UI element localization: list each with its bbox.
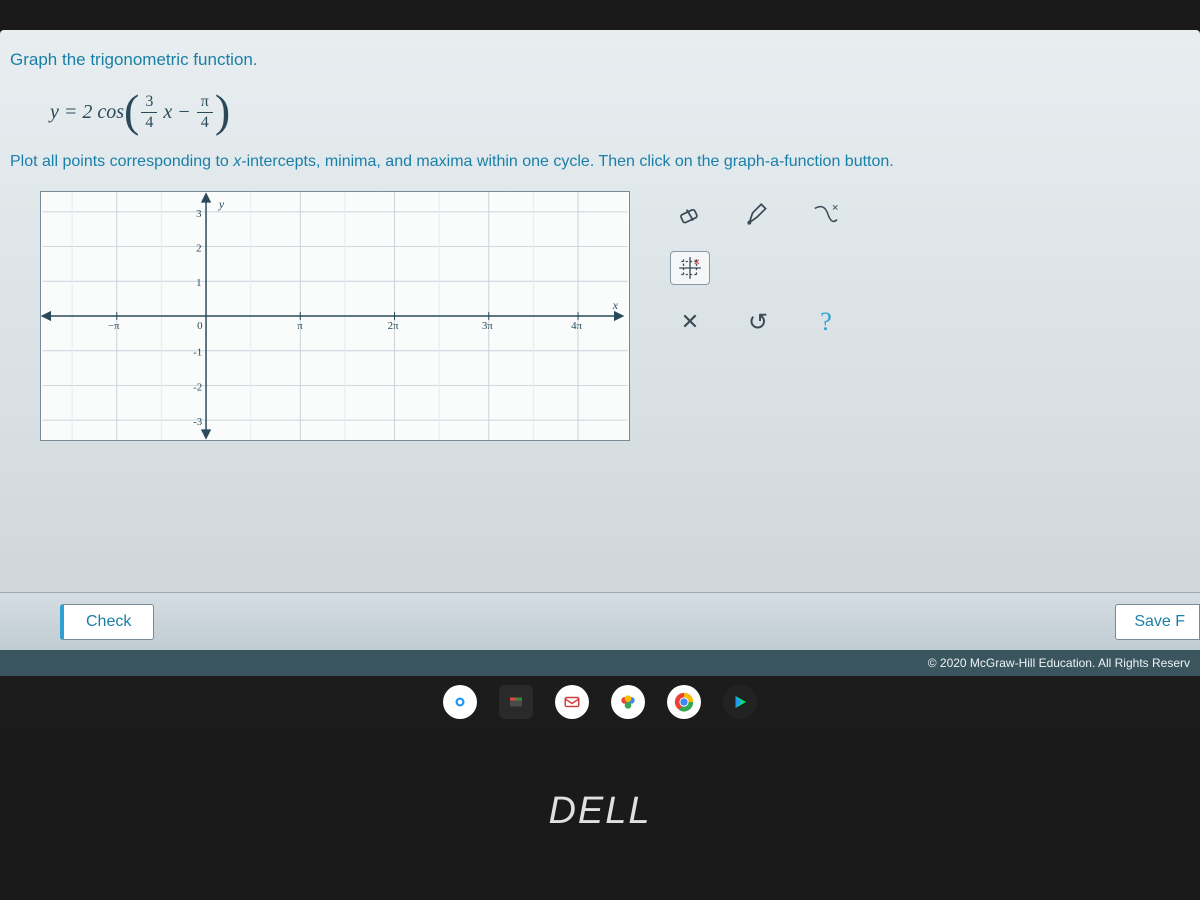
os-taskbar (0, 676, 1200, 728)
app-screen: Graph the trigonometric function. y = 2 … (0, 30, 1200, 650)
svg-text:0: 0 (197, 320, 203, 332)
svg-text:✕: ✕ (693, 257, 700, 267)
photos-app-icon[interactable] (611, 685, 645, 719)
laptop-brand-label: DELL (0, 790, 1200, 833)
svg-text:−π: −π (108, 320, 120, 332)
svg-text:4π: 4π (571, 320, 582, 332)
tool-palette: ✕ ✕ ✕ (670, 191, 846, 441)
tool-row-3: ✕ ↺ ? (670, 305, 846, 339)
save-button[interactable]: Save F (1115, 604, 1200, 640)
svg-text:2: 2 (196, 243, 201, 255)
curve-tool-icon[interactable]: ✕ (806, 197, 846, 231)
equation-mid: x − (163, 101, 190, 124)
files-app-icon[interactable] (499, 685, 533, 719)
graph-function-button[interactable]: ✕ (670, 251, 710, 285)
mail-app-icon[interactable] (555, 685, 589, 719)
svg-text:-2: -2 (193, 381, 202, 393)
undo-button[interactable]: ↺ (738, 305, 778, 339)
fraction-1: 3 4 (141, 94, 157, 131)
graph-canvas[interactable]: y x 3 2 1 -1 -2 -3 −π 0 π 2π 3π 4π (40, 191, 630, 441)
equation-display: y = 2 cos ( 3 4 x − π 4 ) (0, 80, 1200, 149)
svg-text:-3: -3 (193, 416, 203, 428)
help-button[interactable]: ? (806, 305, 846, 339)
copyright-bar: © 2020 McGraw-Hill Education. All Rights… (0, 650, 1200, 676)
svg-text:1: 1 (196, 277, 201, 289)
equation-lhs: y = 2 cos (50, 101, 124, 124)
x-axis-label: x (612, 298, 619, 312)
problem-prompt: Graph the trigonometric function. (0, 50, 1200, 80)
fraction-2: π 4 (197, 94, 213, 131)
eraser-tool-icon[interactable] (670, 197, 710, 231)
open-paren: ( (124, 97, 139, 125)
chrome-app-icon[interactable] (667, 685, 701, 719)
instructions: Plot all points corresponding to x-inter… (0, 149, 1200, 191)
bottom-bar: Check Save F (0, 592, 1200, 650)
copyright-text: © 2020 McGraw-Hill Education. All Rights… (928, 656, 1190, 670)
tool-row-2: ✕ (670, 251, 846, 285)
svg-text:-1: -1 (193, 347, 202, 359)
check-button[interactable]: Check (60, 604, 154, 640)
svg-text:3π: 3π (482, 320, 493, 332)
svg-text:3: 3 (196, 208, 202, 220)
svg-text:π: π (297, 320, 303, 332)
tool-row-1: ✕ (670, 197, 846, 231)
graph-svg: y x 3 2 1 -1 -2 -3 −π 0 π 2π 3π 4π (41, 192, 629, 440)
play-app-icon[interactable] (723, 685, 757, 719)
work-area: y x 3 2 1 -1 -2 -3 −π 0 π 2π 3π 4π (0, 191, 1200, 441)
svg-text:2π: 2π (388, 320, 399, 332)
svg-text:✕: ✕ (832, 202, 839, 212)
pen-tool-icon[interactable] (738, 197, 778, 231)
camera-app-icon[interactable] (443, 685, 477, 719)
clear-button[interactable]: ✕ (670, 305, 710, 339)
y-axis-label: y (218, 197, 225, 211)
close-paren: ) (215, 97, 230, 125)
